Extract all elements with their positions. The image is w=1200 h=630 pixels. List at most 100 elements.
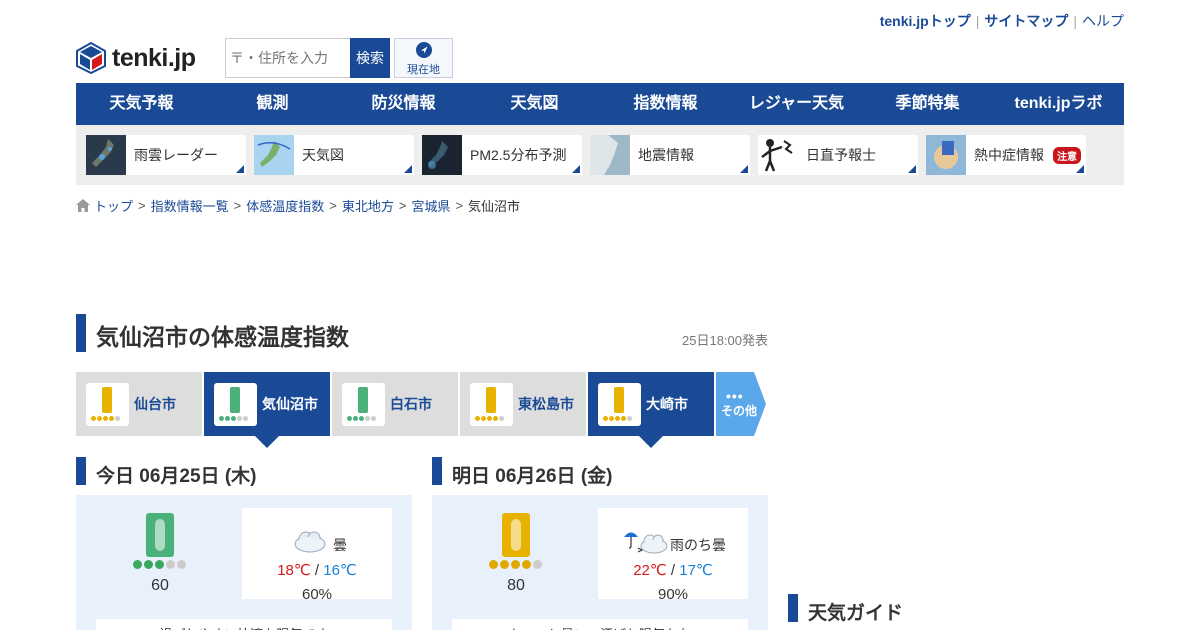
tile-label: PM2.5分布予測 xyxy=(470,147,567,163)
breadcrumb-link-miyagi[interactable]: 宮城県 xyxy=(411,196,450,215)
breadcrumb-separator: > xyxy=(455,198,464,213)
radar-map-thumbnail xyxy=(86,135,126,175)
level-dots xyxy=(91,415,120,421)
heatstroke-thumbnail xyxy=(926,135,966,175)
top-link-help[interactable]: ヘルプ xyxy=(1082,13,1124,29)
level-dots xyxy=(219,415,248,421)
top-link-sitemap[interactable]: サイトマップ xyxy=(984,13,1068,29)
mini-thermometer xyxy=(486,386,496,413)
quick-links: 雨雲レーダー 天気図 PM2.5分布予測 地震情報 日直予報士 熱中症情報 注意 xyxy=(76,125,1124,185)
tile-weather-map[interactable]: 天気図 xyxy=(254,135,414,175)
title-accent-bar xyxy=(76,314,86,352)
address-search-input[interactable] xyxy=(225,38,350,78)
city-tab-label: 白石市 xyxy=(390,396,432,412)
tile-label: 日直予報士 xyxy=(806,147,876,163)
nav-item-leisure[interactable]: レジャー天気 xyxy=(731,83,862,125)
forecaster-icon xyxy=(758,135,798,175)
city-tab-label: 仙台市 xyxy=(134,396,176,412)
tile-rain-radar[interactable]: 雨雲レーダー xyxy=(86,135,246,175)
rain-probability: 90% xyxy=(657,586,689,603)
breadcrumb: トップ > 指数情報一覧 > 体感温度指数 > 東北地方 > 宮城県 > 気仙沼市 xyxy=(76,196,520,215)
corner-arrow-icon xyxy=(740,165,748,173)
issued-time: 25日18:00発表 xyxy=(682,333,768,348)
corner-arrow-icon xyxy=(236,165,244,173)
section-accent-bar xyxy=(432,457,442,485)
tile-label: 熱中症情報 xyxy=(974,147,1044,163)
nav-item-index[interactable]: 指数情報 xyxy=(600,83,731,125)
weather-label: 雨のち曇 xyxy=(670,537,726,553)
level-dots xyxy=(475,415,504,421)
tile-label: 雨雲レーダー xyxy=(134,147,218,163)
section-accent-bar xyxy=(76,457,86,485)
thermometer-icon xyxy=(342,382,385,426)
nav-item-observation[interactable]: 観測 xyxy=(207,83,338,125)
tile-forecaster[interactable]: 日直予報士 xyxy=(758,135,918,175)
weather-map-thumbnail xyxy=(254,135,294,175)
active-tab-arrow xyxy=(639,436,663,448)
city-tab-label: 気仙沼市 xyxy=(262,396,318,412)
logo-text: tenki.jp xyxy=(112,43,196,72)
city-tab-shiroishi[interactable]: 白石市 xyxy=(332,372,458,436)
high-temp: 18℃ xyxy=(277,562,311,579)
breadcrumb-link-top[interactable]: トップ xyxy=(94,196,133,215)
level-dots xyxy=(603,415,632,421)
nav-item-seasonal[interactable]: 季節特集 xyxy=(862,83,993,125)
breadcrumb-link-index-list[interactable]: 指数情報一覧 xyxy=(151,196,229,215)
current-location-button[interactable]: 現在地 xyxy=(394,38,453,78)
temperatures: 18℃ / 16℃ xyxy=(242,561,392,579)
breadcrumb-separator: > xyxy=(138,198,146,213)
tile-heatstroke[interactable]: 熱中症情報 注意 xyxy=(926,135,1086,175)
tile-pm25[interactable]: PM2.5分布予測 xyxy=(422,135,582,175)
other-cities-label: その他 xyxy=(721,404,758,418)
low-temp: 16℃ xyxy=(323,562,357,579)
rain-probability: 60% xyxy=(301,586,333,603)
rain-then-cloudy-icon xyxy=(624,532,668,554)
city-tabs: 仙台市 気仙沼市 白石市 東松島市 大崎市 ••• その他 xyxy=(76,372,768,448)
weather-guide-header: 天気ガイド xyxy=(788,594,1124,624)
location-arrow-icon xyxy=(415,42,432,58)
search-form: 検索 xyxy=(225,38,390,78)
index-level-dots xyxy=(489,560,542,569)
weather-card: 曇 18℃ / 16℃ 60% xyxy=(242,508,392,603)
mini-thermometer xyxy=(614,386,624,413)
temperatures: 22℃ / 17℃ xyxy=(598,561,748,579)
cloudy-icon xyxy=(294,531,326,553)
city-tab-kesennuma[interactable]: 気仙沼市 xyxy=(204,372,330,448)
earthquake-map-thumbnail xyxy=(590,135,630,175)
city-tab-sendai[interactable]: 仙台市 xyxy=(76,372,202,436)
top-link-home[interactable]: tenki.jpトップ xyxy=(880,13,971,29)
high-temp: 22℃ xyxy=(633,562,667,579)
breadcrumb-current: 気仙沼市 xyxy=(468,199,521,214)
nav-item-disaster[interactable]: 防災情報 xyxy=(338,83,469,125)
section-accent-bar xyxy=(788,594,798,622)
search-button[interactable]: 検索 xyxy=(350,38,390,78)
breadcrumb-separator: > xyxy=(398,198,407,213)
mini-thermometer xyxy=(230,386,240,413)
today-heading: 今日 06月25日 (木) xyxy=(96,466,257,487)
corner-arrow-icon xyxy=(404,165,412,173)
pm25-map-thumbnail xyxy=(422,135,462,175)
page-header: 気仙沼市の体感温度指数 25日18:00発表 xyxy=(76,314,768,352)
breadcrumb-separator: > xyxy=(329,198,337,213)
logo-icon xyxy=(76,42,106,74)
warning-badge: 注意 xyxy=(1053,147,1081,164)
main-nav: 天気予報 観測 防災情報 天気図 指数情報 レジャー天気 季節特集 tenki.… xyxy=(76,83,1124,125)
index-comment: ちょっと暑い、汗ばむ陽気かな xyxy=(452,619,748,630)
nav-item-weather-map[interactable]: 天気図 xyxy=(469,83,600,125)
weather-guide-title: 天気ガイド xyxy=(808,603,904,624)
city-tab-osaki[interactable]: 大崎市 xyxy=(588,372,714,448)
nav-item-forecast[interactable]: 天気予報 xyxy=(76,83,207,125)
breadcrumb-link-sensible-temp[interactable]: 体感温度指数 xyxy=(246,196,324,215)
tile-earthquake[interactable]: 地震情報 xyxy=(590,135,750,175)
today-panel: 60 曇 18℃ / 16℃ 60% 過ごしやすい快適な陽気です xyxy=(76,495,412,630)
home-icon xyxy=(76,199,90,212)
breadcrumb-link-tohoku[interactable]: 東北地方 xyxy=(342,196,394,215)
city-tab-higashimatsushima[interactable]: 東松島市 xyxy=(460,372,586,436)
page: tenki.jpトップ|サイトマップ|ヘルプ tenki.jp 検索 現在地 天… xyxy=(0,0,1200,630)
thermometer-icon xyxy=(470,382,513,426)
nav-item-labo[interactable]: tenki.jpラボ xyxy=(993,83,1124,125)
site-logo[interactable]: tenki.jp xyxy=(76,42,196,74)
mini-thermometer xyxy=(102,386,112,413)
other-cities-button[interactable]: ••• その他 xyxy=(716,372,766,436)
thermometer-icon xyxy=(86,382,129,426)
